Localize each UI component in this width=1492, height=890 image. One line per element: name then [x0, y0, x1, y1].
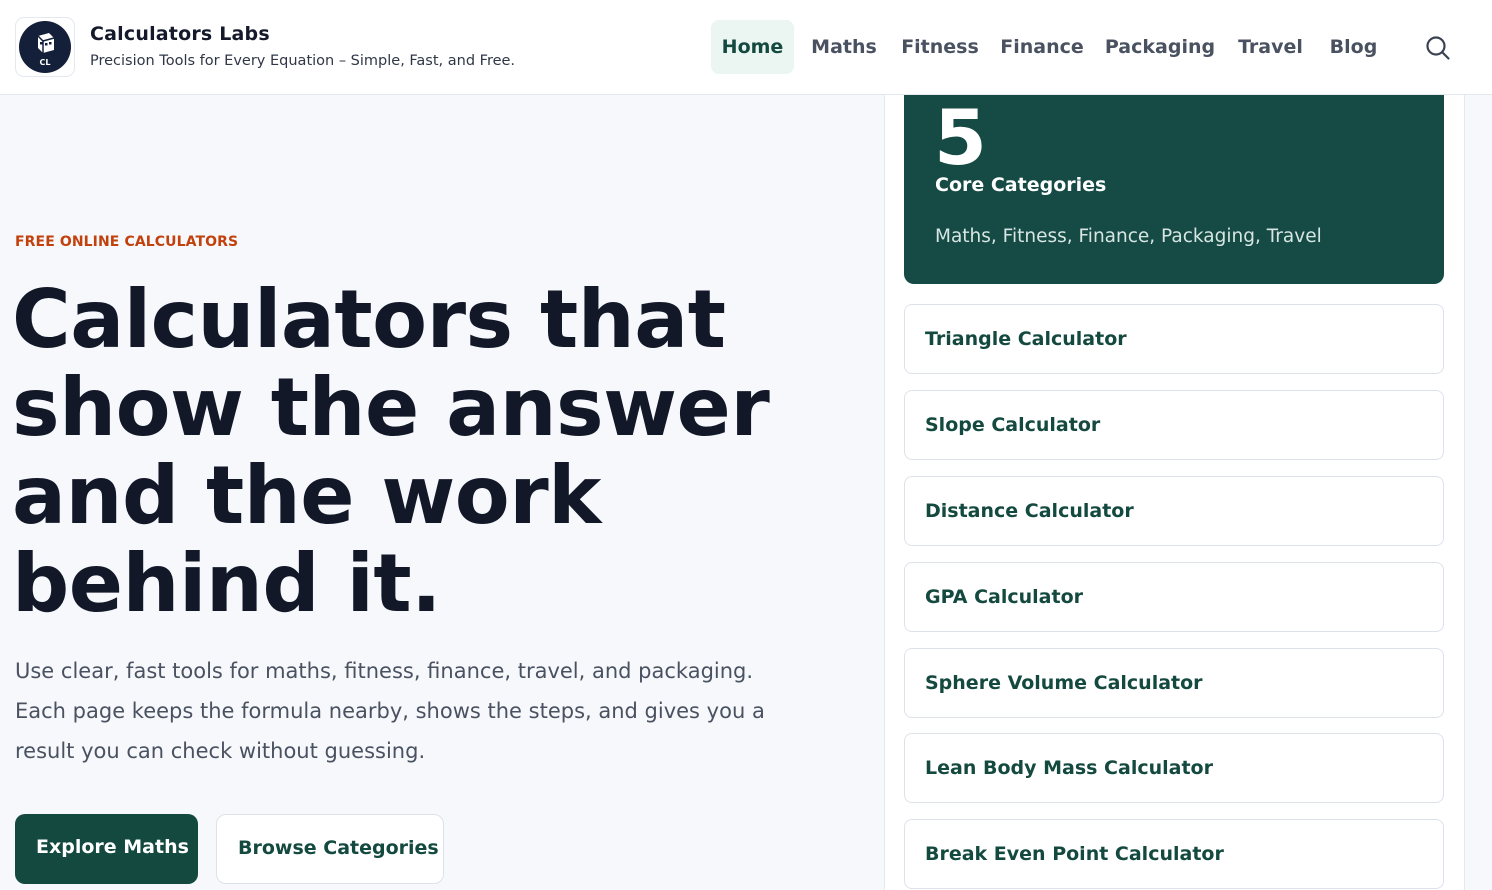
brand-tagline: Precision Tools for Every Equation – Sim… — [90, 53, 516, 69]
search-icon — [1426, 36, 1450, 60]
calculator-card[interactable]: Triangle Calculator — [904, 304, 1444, 374]
brand-name[interactable]: Calculators Labs — [90, 23, 270, 45]
calculator-card-label: Sphere Volume Calculator — [925, 672, 1203, 694]
stat-category-list: Maths, Fitness, Finance, Packaging, Trav… — [935, 226, 1322, 247]
explore-maths-button[interactable]: Explore Maths — [15, 814, 198, 884]
calculator-card[interactable]: Break Even Point Calculator — [904, 819, 1444, 889]
hero-description: Use clear, fast tools for maths, fitness… — [15, 659, 765, 763]
calculator-card[interactable]: Sphere Volume Calculator — [904, 648, 1444, 718]
calculator-card-label: Slope Calculator — [925, 414, 1101, 436]
hero-title-line: show the answer — [12, 361, 770, 454]
nav-item-home[interactable]: Home — [711, 20, 794, 74]
nav-item-maths[interactable]: Maths — [806, 20, 882, 74]
hero-title-line: and the work — [12, 449, 601, 542]
calculator-card-label: GPA Calculator — [925, 586, 1084, 608]
search-button[interactable] — [1424, 34, 1452, 62]
calculator-card-label: Break Even Point Calculator — [925, 843, 1224, 865]
nav-item-blog[interactable]: Blog — [1322, 20, 1385, 74]
hero-title: Calculators that show the answer and the… — [12, 276, 832, 628]
browse-categories-button[interactable]: Browse Categories — [216, 814, 444, 884]
calculator-card[interactable]: Lean Body Mass Calculator — [904, 733, 1444, 803]
nav-item-packaging[interactable]: Packaging — [1101, 20, 1219, 74]
hero-title-line: behind it. — [12, 537, 442, 630]
calculator-card-label: Triangle Calculator — [925, 328, 1127, 350]
site-header: CL Calculators Labs Precision Tools for … — [0, 0, 1492, 95]
hero-eyebrow: FREE ONLINE CALCULATORS — [15, 234, 239, 250]
logo-icon: CL — [19, 21, 71, 73]
hero-title-line: Calculators that — [12, 273, 726, 366]
stat-number: 5 — [934, 93, 987, 182]
svg-text:CL: CL — [40, 58, 51, 67]
calculator-card[interactable]: Distance Calculator — [904, 476, 1444, 546]
calculator-card[interactable]: GPA Calculator — [904, 562, 1444, 632]
stat-label: Core Categories — [935, 174, 1107, 196]
calculator-card-label: Distance Calculator — [925, 500, 1134, 522]
nav-item-finance[interactable]: Finance — [997, 20, 1087, 74]
nav-item-fitness[interactable]: Fitness — [897, 20, 983, 74]
site-logo[interactable]: CL — [15, 17, 75, 77]
calculator-card-label: Lean Body Mass Calculator — [925, 757, 1213, 779]
calculator-card[interactable]: Slope Calculator — [904, 390, 1444, 460]
nav-item-travel[interactable]: Travel — [1233, 20, 1308, 74]
